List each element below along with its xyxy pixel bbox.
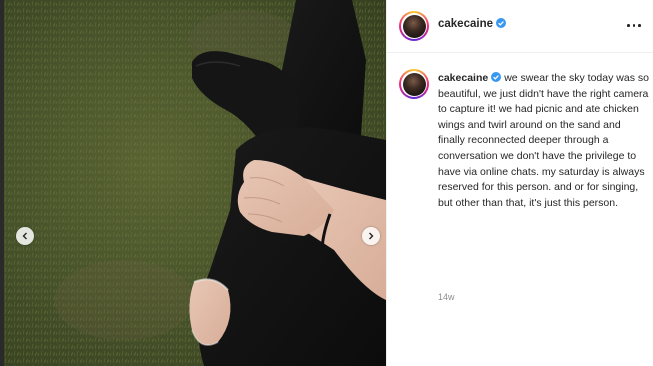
username-text[interactable]: cakecaine xyxy=(438,18,493,30)
more-options-icon[interactable] xyxy=(627,20,641,30)
chevron-left-icon xyxy=(22,232,27,240)
post-header: cakecaine xyxy=(387,0,653,53)
caption-username[interactable]: cakecaine xyxy=(438,72,488,84)
post-timestamp[interactable]: 14w xyxy=(438,292,455,302)
photo-illustration xyxy=(4,0,386,366)
author-username-header[interactable]: cakecaine xyxy=(438,18,506,30)
caption-author-avatar[interactable] xyxy=(399,69,429,99)
verified-badge-icon xyxy=(496,18,506,28)
post-details-panel: cakecaine cakecaine we swear the sky toda… xyxy=(386,0,653,366)
chevron-right-icon xyxy=(369,232,374,240)
next-photo-button[interactable] xyxy=(362,227,380,245)
caption-text-block: cakecaine we swear the sky today was so b… xyxy=(438,71,649,211)
verified-badge-icon xyxy=(491,72,502,82)
profile-photo xyxy=(402,72,426,96)
previous-photo-button[interactable] xyxy=(16,227,34,245)
profile-photo xyxy=(402,14,426,38)
caption-body: we swear the sky today was so beautiful,… xyxy=(438,72,649,209)
post-photo[interactable] xyxy=(4,0,386,366)
author-avatar[interactable] xyxy=(399,11,429,41)
